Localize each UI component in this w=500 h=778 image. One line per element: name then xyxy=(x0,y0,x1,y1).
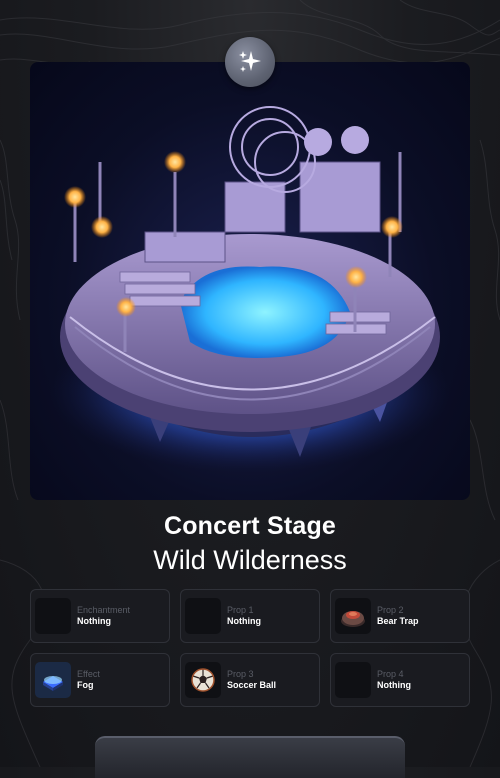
bottom-action-button[interactable] xyxy=(95,736,405,778)
slot-value: Nothing xyxy=(77,616,111,626)
slot-label: Prop 4 xyxy=(377,669,404,680)
slot-prop-1[interactable]: Prop 1 Nothing xyxy=(180,589,320,643)
slot-value: Nothing xyxy=(377,680,411,690)
fog-icon xyxy=(35,662,71,698)
slot-label: Effect xyxy=(77,669,100,680)
slot-prop-2[interactable]: Prop 2 Bear Trap xyxy=(330,589,470,643)
slot-label: Prop 2 xyxy=(377,605,404,616)
sparkle-icon xyxy=(239,51,261,72)
slot-enchantment[interactable]: Enchantment Nothing xyxy=(30,589,170,643)
slot-value: Bear Trap xyxy=(377,616,419,626)
soccer-ball-icon xyxy=(185,662,221,698)
slot-value: Soccer Ball xyxy=(227,680,277,690)
customization-slots: Enchantment Nothing Prop 1 Nothing Prop … xyxy=(30,589,470,707)
item-preview-image xyxy=(30,62,470,500)
bear-trap-icon xyxy=(335,598,371,634)
slot-label: Prop 3 xyxy=(227,669,254,680)
sparkle-badge[interactable] xyxy=(225,37,275,87)
slot-value: Nothing xyxy=(227,616,261,626)
floating-island-stage-illustration xyxy=(50,106,450,472)
slot-value: Fog xyxy=(77,680,94,690)
slot-prop-3[interactable]: Prop 3 Soccer Ball xyxy=(180,653,320,707)
item-name: Concert Stage xyxy=(163,512,337,540)
empty-slot-icon xyxy=(335,662,371,698)
empty-slot-icon xyxy=(35,598,71,634)
slot-label: Enchantment xyxy=(77,605,131,616)
slot-effect[interactable]: Effect Fog xyxy=(30,653,170,707)
slot-prop-4[interactable]: Prop 4 Nothing xyxy=(330,653,470,707)
slot-label: Prop 1 xyxy=(227,605,254,616)
empty-slot-icon xyxy=(185,598,221,634)
item-category: Wild Wilderness xyxy=(153,545,347,575)
